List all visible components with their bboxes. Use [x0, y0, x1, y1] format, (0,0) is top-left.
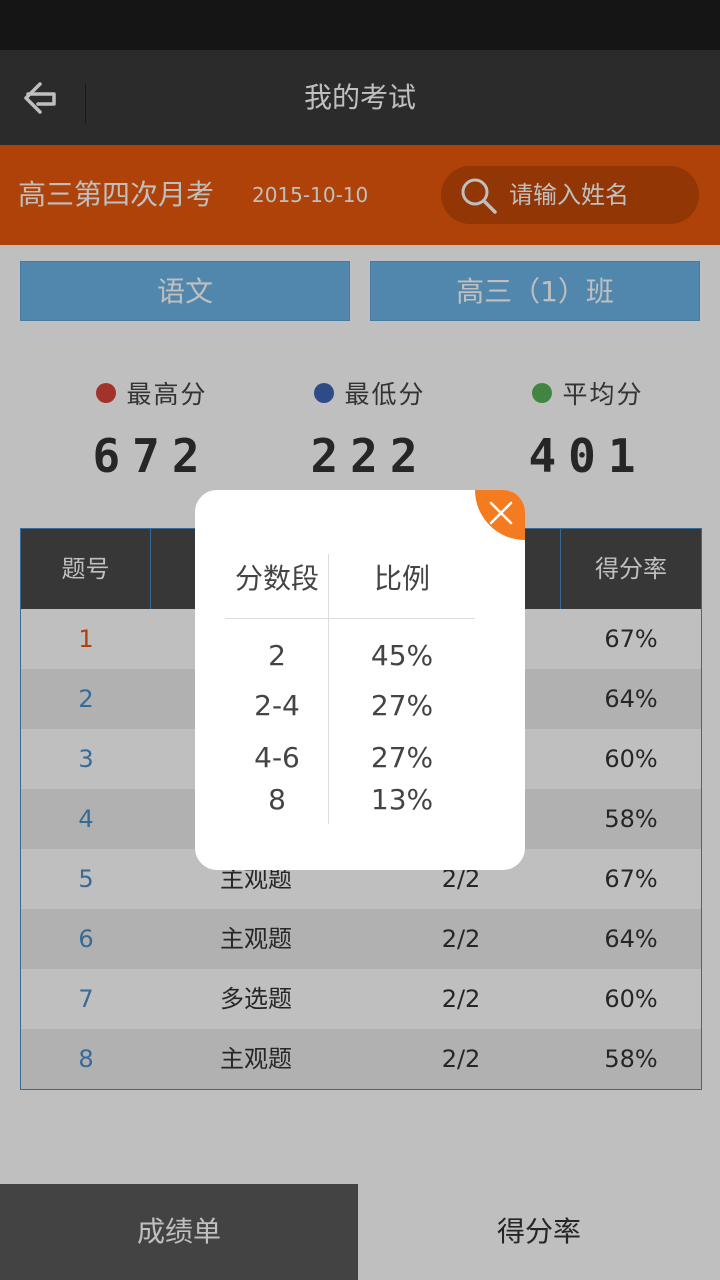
modal-ratio-cell: 45%	[370, 639, 434, 672]
modal-header-divider	[225, 618, 475, 619]
modal-ratio-cell: 27%	[370, 689, 434, 722]
modal-range-cell: 2-4	[254, 689, 300, 722]
modal-ratio-cell: 27%	[370, 741, 434, 774]
modal-header-ratio: 比例	[373, 562, 430, 595]
close-icon	[489, 501, 513, 525]
modal-header-range: 分数段	[234, 562, 319, 595]
modal-range-cell: 2	[268, 639, 286, 672]
modal-close-button[interactable]	[475, 490, 525, 540]
score-distribution-modal: 分数段 比例 2 45% 2-4 27% 4-6 27% 8 13%	[195, 490, 525, 870]
modal-range-cell: 8	[268, 783, 286, 816]
modal-range-cell: 4-6	[254, 741, 300, 774]
modal-ratio-cell: 13%	[370, 783, 434, 816]
